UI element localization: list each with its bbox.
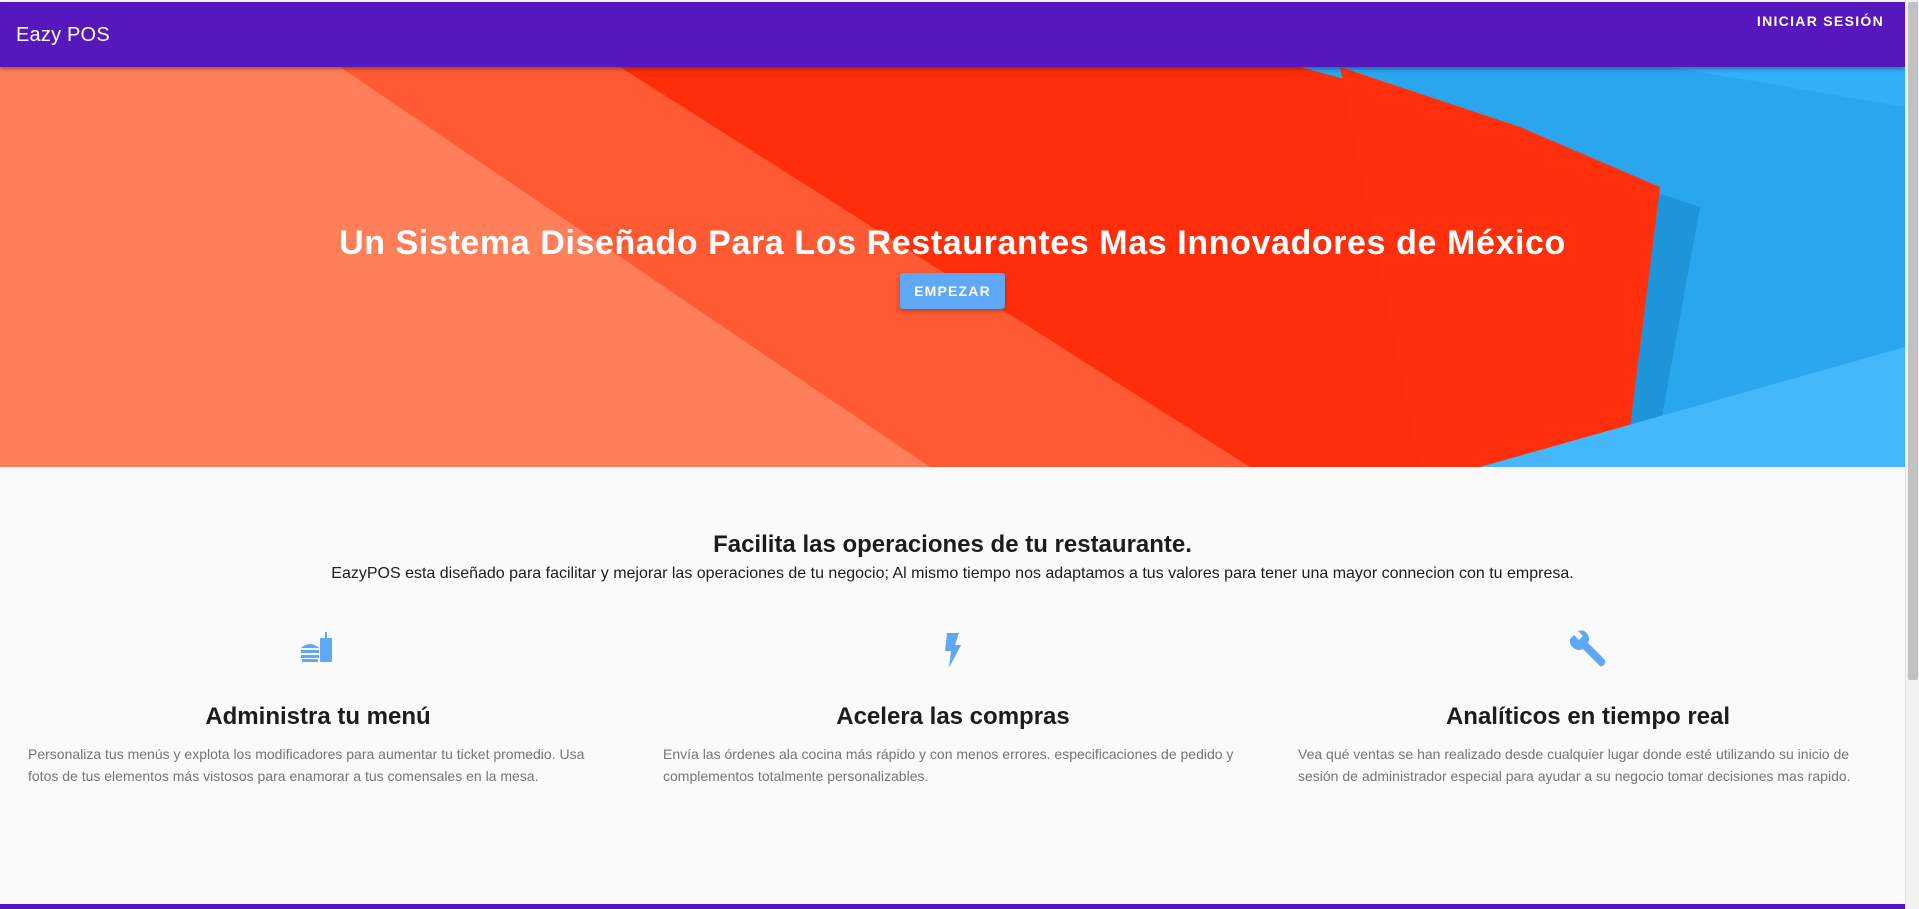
feature-title: Analíticos en tiempo real [1445,703,1731,730]
fastfood-icon [298,630,338,670]
start-button[interactable]: EMPEZAR [900,273,1005,309]
login-button[interactable]: INICIAR SESIÓN [1757,13,1884,29]
flash-icon [933,630,973,670]
hero-background [0,67,1905,467]
feature-description: Personaliza tus menús y explota los modi… [28,746,585,784]
intro-title: Facilita las operaciones de tu restauran… [713,531,1192,558]
feature-title: Administra tu menú [205,703,431,730]
hero-banner: Un Sistema Diseñado Para Los Restaurante… [0,67,1905,467]
wrench-icon [1568,630,1608,670]
feature-description: Envía las órdenes ala cocina más rápido … [663,746,1234,784]
page-scrollbar[interactable] [1905,0,1919,909]
brand-title[interactable]: Eazy POS [16,24,110,47]
hero-headline: Un Sistema Diseñado Para Los Restaurante… [339,224,1566,262]
feature-description: Vea qué ventas se han realizado desde cu… [1298,746,1851,784]
app-bar: Eazy POS INICIAR SESIÓN [0,2,1905,67]
footer-bar [0,904,1905,909]
page: Eazy POS INICIAR SESIÓN Un Sistema Diseñ… [0,0,1905,909]
scrollbar-thumb[interactable] [1908,2,1918,680]
intro-description: EazyPOS esta diseñado para facilitar y m… [331,565,1574,582]
feature-title: Acelera las compras [836,703,1070,730]
